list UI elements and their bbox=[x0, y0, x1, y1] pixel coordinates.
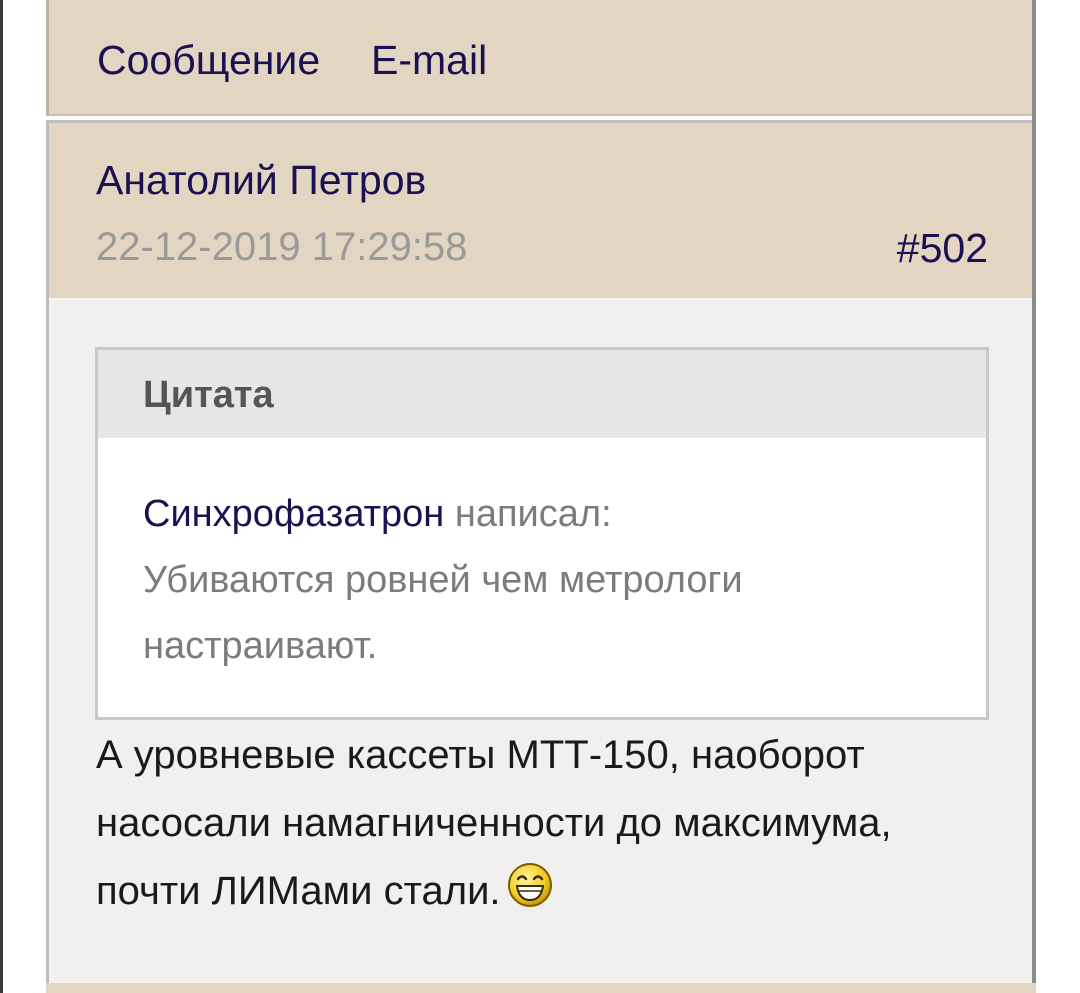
post-body-text: А уровневые кассеты МТТ-150, наоборот на… bbox=[96, 733, 892, 913]
quote-header: Цитата bbox=[98, 350, 986, 438]
message-link[interactable]: Сообщение bbox=[97, 37, 320, 84]
right-border bbox=[1032, 0, 1036, 993]
laughing-smiley-icon bbox=[507, 863, 552, 907]
post-actions-bar: Сообщение E-mail bbox=[46, 0, 1032, 116]
email-link[interactable]: E-mail bbox=[371, 37, 487, 84]
post-header: Анатолий Петров 22-12-2019 17:29:58 #502 bbox=[49, 123, 1033, 300]
quote-wrote-label: написал: bbox=[454, 493, 612, 535]
forum-page: Сообщение E-mail Анатолий Петров 22-12-2… bbox=[0, 0, 1080, 993]
next-post-edge bbox=[46, 983, 1036, 993]
post-number-link[interactable]: #502 bbox=[897, 225, 988, 272]
quote-title: Цитата bbox=[143, 374, 274, 416]
quote-block: Цитата Синхрофазатрон написал: Убиваются… bbox=[95, 347, 989, 720]
quote-text: Убиваются ровней чем метрологи настраива… bbox=[143, 559, 743, 667]
forum-post: Анатолий Петров 22-12-2019 17:29:58 #502… bbox=[46, 120, 1036, 993]
author-link[interactable]: Анатолий Петров bbox=[96, 157, 426, 204]
quote-body: Синхрофазатрон написал: Убиваются ровней… bbox=[143, 481, 943, 679]
quote-author-link[interactable]: Синхрофазатрон bbox=[143, 493, 444, 535]
post-body: А уровневые кассеты МТТ-150, наоборот на… bbox=[96, 721, 996, 925]
left-border bbox=[0, 0, 3, 993]
post-date: 22-12-2019 17:29:58 bbox=[96, 225, 468, 269]
